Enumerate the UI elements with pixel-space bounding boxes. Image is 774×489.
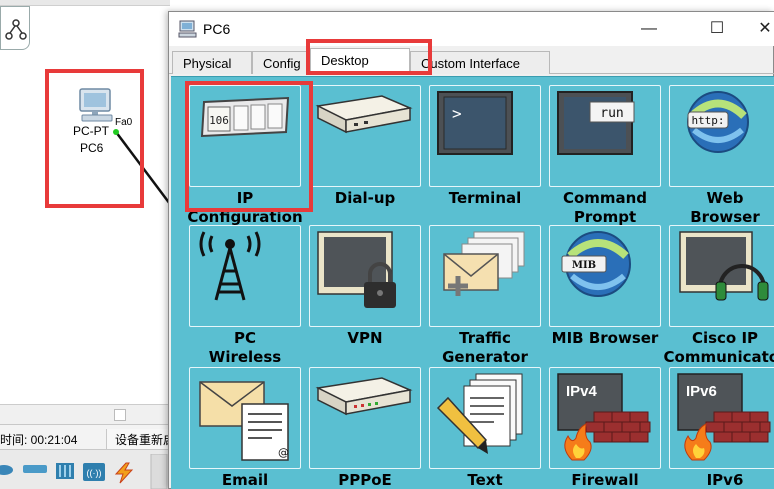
router-icon[interactable] xyxy=(0,462,14,476)
desktop-tab-highlight-box xyxy=(306,39,432,75)
app-icon-frame xyxy=(189,225,301,327)
dial-up-modem-icon xyxy=(315,95,413,134)
web-browser-icon: http: xyxy=(687,91,749,153)
app-label: Text xyxy=(467,471,503,489)
app-icon-frame xyxy=(309,225,421,327)
email-icon: @ xyxy=(199,381,289,461)
app-label: Email xyxy=(221,471,269,489)
pc-window-icon xyxy=(178,20,197,38)
svg-text:@: @ xyxy=(278,446,289,459)
tab-config[interactable]: Config xyxy=(252,51,310,74)
simulation-time: 时间: 00:21:04 xyxy=(0,433,78,447)
mib-browser-icon: MIB xyxy=(561,231,631,297)
app-icon-frame xyxy=(309,367,421,469)
switch-icon[interactable] xyxy=(22,462,48,476)
connections-lightning-icon[interactable] xyxy=(112,462,136,484)
tray-separator-icon xyxy=(150,454,168,489)
pppoe-dialer-icon xyxy=(315,377,413,416)
text-editor-icon xyxy=(436,373,523,454)
close-button[interactable]: ✕ xyxy=(755,12,774,46)
app-label: Firewall xyxy=(571,471,639,489)
wireless-tower-icon xyxy=(199,231,261,301)
traffic-generator-icon xyxy=(443,231,525,296)
minimize-button[interactable]: — xyxy=(626,12,672,46)
app-icon-frame: IPv6 xyxy=(669,367,774,469)
title-bar[interactable]: PC6 — ☐ ✕ xyxy=(169,12,774,46)
tab-strip: Physical Config Desktop Custom Interface xyxy=(169,48,774,75)
app-icon-frame: MIB xyxy=(549,225,661,327)
ip-communicator-icon xyxy=(679,231,769,301)
scroll-thumb[interactable] xyxy=(114,409,126,421)
device-highlight-box xyxy=(45,69,144,208)
workspace-scrollbar[interactable] xyxy=(0,404,168,424)
vpn-lock-icon xyxy=(317,231,396,308)
power-cycle-devices-button[interactable]: 设备重新启 xyxy=(106,429,168,449)
app-label: IPv6 xyxy=(706,471,744,489)
maximize-button[interactable]: ☐ xyxy=(694,12,740,46)
ipv6-firewall-icon: IPv6 xyxy=(677,373,771,461)
svg-text:http:: http: xyxy=(691,114,724,127)
svg-text:IPv6: IPv6 xyxy=(686,383,717,400)
status-bar: 时间: 00:21:04 设备重新启 xyxy=(0,424,168,450)
wireless-device-icon[interactable]: ((·)) xyxy=(82,462,106,482)
app-icon-frame xyxy=(309,85,421,187)
app-icon-frame xyxy=(429,225,541,327)
hub-icon[interactable] xyxy=(55,462,75,480)
app-label: Web Browser xyxy=(690,189,760,226)
app-icon-frame xyxy=(429,367,541,469)
ip-configuration-highlight-box xyxy=(185,81,313,212)
svg-text:((·)): ((·)) xyxy=(87,468,102,478)
app-icon-frame: IPv4 xyxy=(549,367,661,469)
app-label: Command Prompt xyxy=(562,189,648,226)
svg-text:IPv4: IPv4 xyxy=(566,383,598,400)
app-label: PC Wireless xyxy=(208,329,282,366)
app-icon-frame: run xyxy=(549,85,661,187)
app-label: Terminal xyxy=(448,189,522,207)
app-label: Cisco IP Communicator xyxy=(663,329,774,366)
app-label: Dial-up xyxy=(334,189,396,207)
terminal-icon: > xyxy=(437,91,513,155)
svg-text:>: > xyxy=(452,104,462,123)
tab-physical[interactable]: Physical xyxy=(172,51,252,74)
app-label: PPPoE xyxy=(338,471,392,489)
firewall-icon: IPv4 xyxy=(557,373,651,461)
app-icon-frame: > xyxy=(429,85,541,187)
packet-tracer-screen: PC-PT PC6 Fa0 时间: 00:21:04 设备重新启 ((·)) P… xyxy=(0,0,774,489)
svg-text:run: run xyxy=(600,106,623,121)
svg-text:MIB: MIB xyxy=(572,260,596,271)
app-label: Traffic Generator xyxy=(442,329,528,366)
window-title: PC6 xyxy=(203,21,231,37)
command-prompt-icon: run xyxy=(557,91,635,155)
app-icon-frame: @ xyxy=(189,367,301,469)
app-icon-frame xyxy=(669,225,774,327)
app-icon-frame: http: xyxy=(669,85,774,187)
app-label: VPN xyxy=(347,329,383,347)
app-label: MIB Browser xyxy=(551,329,659,347)
device-type-tray: ((·)) xyxy=(0,450,168,489)
